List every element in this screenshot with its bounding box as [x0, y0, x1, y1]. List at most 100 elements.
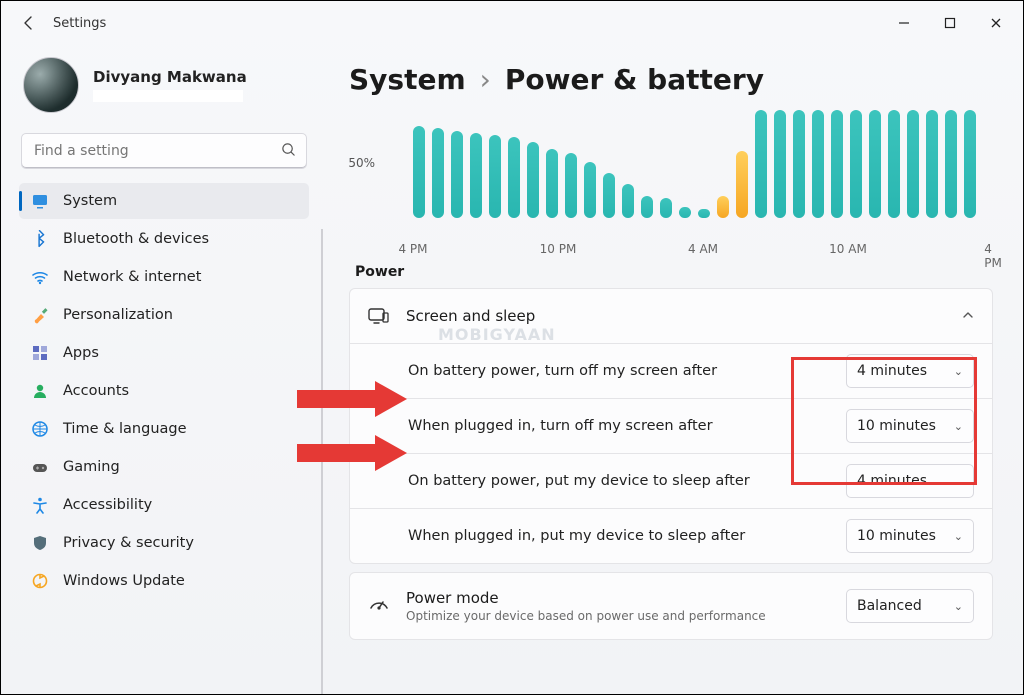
window-title: Settings — [53, 16, 106, 31]
sidebar-item-label: Accounts — [63, 383, 129, 399]
chart-bar — [679, 207, 691, 218]
sidebar-item-accounts[interactable]: Accounts — [19, 373, 309, 409]
chart-bar — [622, 184, 634, 218]
chart-bar — [546, 149, 558, 218]
sidebar-item-label: Bluetooth & devices — [63, 231, 209, 247]
duration-value: 4 minutes — [857, 473, 927, 489]
sidebar-item-label: Personalization — [63, 307, 173, 323]
sidebar-item-network-internet[interactable]: Network & internet — [19, 259, 309, 295]
duration-select[interactable]: 4 minutes ⌄ — [846, 464, 974, 498]
sidebar-divider — [321, 229, 323, 694]
power-mode-title: Power mode — [406, 589, 830, 607]
duration-select[interactable]: 10 minutes ⌄ — [846, 519, 974, 553]
power-section-title: Power — [355, 264, 993, 280]
power-mode-icon — [368, 595, 390, 617]
chart-bar — [945, 110, 957, 218]
screen-sleep-row-2: On battery power, put my device to sleep… — [350, 453, 992, 508]
wifi-icon — [31, 268, 49, 286]
chevron-down-icon: ⌄ — [954, 530, 963, 543]
screen-sleep-row-0: On battery power, turn off my screen aft… — [350, 343, 992, 398]
chart-bar — [603, 173, 615, 218]
search-input[interactable] — [32, 142, 281, 160]
sidebar-item-bluetooth-devices[interactable]: Bluetooth & devices — [19, 221, 309, 257]
chevron-down-icon: ⌄ — [954, 475, 963, 488]
screen-and-sleep-title: Screen and sleep — [406, 307, 946, 325]
chart-bar — [812, 110, 824, 218]
titlebar: Settings — [1, 1, 1023, 45]
chart-xtick: 10 AM — [829, 242, 867, 256]
chart-bar — [793, 110, 805, 218]
sidebar-item-label: Gaming — [63, 459, 120, 475]
sidebar-item-label: Network & internet — [63, 269, 201, 285]
sidebar-item-label: Apps — [63, 345, 99, 361]
close-button[interactable] — [973, 7, 1019, 39]
chart-xtick: 4 AM — [688, 242, 718, 256]
chart-bar — [964, 110, 976, 218]
maximize-button[interactable] — [927, 7, 973, 39]
globe-clock-icon — [31, 420, 49, 438]
chart-bar — [413, 126, 425, 218]
sidebar-item-gaming[interactable]: Gaming — [19, 449, 309, 485]
chart-bar — [470, 133, 482, 218]
chart-bar — [698, 209, 710, 218]
power-mode-select[interactable]: Balanced ⌄ — [846, 589, 974, 623]
chart-xtick: 4 PM — [398, 242, 427, 256]
power-mode-subtitle: Optimize your device based on power use … — [406, 609, 830, 623]
gamepad-icon — [31, 458, 49, 476]
chart-bar — [831, 110, 843, 218]
screen-sleep-row-1: When plugged in, turn off my screen afte… — [350, 398, 992, 453]
chart-bar — [508, 137, 520, 218]
row-label: When plugged in, turn off my screen afte… — [408, 418, 846, 434]
update-icon — [31, 572, 49, 590]
apps-icon — [31, 344, 49, 362]
breadcrumb-root[interactable]: System — [349, 63, 466, 96]
sidebar-item-apps[interactable]: Apps — [19, 335, 309, 371]
row-label: When plugged in, put my device to sleep … — [408, 528, 846, 544]
sidebar-item-label: Accessibility — [63, 497, 152, 513]
chart-xtick: 10 PM — [540, 242, 577, 256]
sidebar-item-windows-update[interactable]: Windows Update — [19, 563, 309, 599]
chart-bar — [888, 110, 900, 218]
sidebar-item-system[interactable]: System — [19, 183, 309, 219]
row-label: On battery power, put my device to sleep… — [408, 473, 846, 489]
back-button[interactable] — [15, 9, 43, 37]
avatar — [23, 57, 79, 113]
user-email-redacted — [93, 90, 243, 102]
chart-bar — [660, 198, 672, 218]
chevron-down-icon: ⌄ — [954, 420, 963, 433]
settings-window: Settings Divyang Makwana System Bluetooth… — [0, 0, 1024, 695]
power-mode-row[interactable]: Power mode Optimize your device based on… — [350, 573, 992, 639]
sidebar-item-label: System — [63, 193, 117, 209]
accessibility-icon — [31, 496, 49, 514]
screen-sleep-icon — [368, 305, 390, 327]
user-profile[interactable]: Divyang Makwana — [19, 49, 309, 127]
duration-select[interactable]: 10 minutes ⌄ — [846, 409, 974, 443]
shield-icon — [31, 534, 49, 552]
nav-list: System Bluetooth & devices Network & inter… — [19, 183, 309, 599]
duration-value: 4 minutes — [857, 363, 927, 379]
sidebar-item-time-language[interactable]: Time & language — [19, 411, 309, 447]
minimize-button[interactable] — [881, 7, 927, 39]
sidebar-item-label: Time & language — [63, 421, 187, 437]
bluetooth-icon — [31, 230, 49, 248]
sidebar-item-privacy-security[interactable]: Privacy & security — [19, 525, 309, 561]
sidebar-item-accessibility[interactable]: Accessibility — [19, 487, 309, 523]
chart-bar — [489, 135, 501, 218]
chevron-up-icon — [962, 309, 974, 324]
chart-ytick: 50% — [348, 156, 375, 170]
chart-bar — [451, 131, 463, 218]
sidebar-item-label: Privacy & security — [63, 535, 194, 551]
screen-and-sleep-header[interactable]: Screen and sleep — [350, 289, 992, 343]
chart-bar — [717, 196, 729, 218]
power-mode-card: Power mode Optimize your device based on… — [349, 572, 993, 640]
chart-bar — [907, 110, 919, 218]
person-icon — [31, 382, 49, 400]
search-box[interactable] — [21, 133, 307, 169]
sidebar-item-personalization[interactable]: Personalization — [19, 297, 309, 333]
duration-value: 10 minutes — [857, 528, 936, 544]
duration-value: 10 minutes — [857, 418, 936, 434]
battery-usage-chart[interactable]: 50% 4 PM10 PM4 AM10 AM4 PM — [379, 106, 993, 246]
row-label: On battery power, turn off my screen aft… — [408, 363, 846, 379]
breadcrumb-leaf: Power & battery — [505, 63, 764, 96]
duration-select[interactable]: 4 minutes⌄ — [846, 354, 974, 388]
